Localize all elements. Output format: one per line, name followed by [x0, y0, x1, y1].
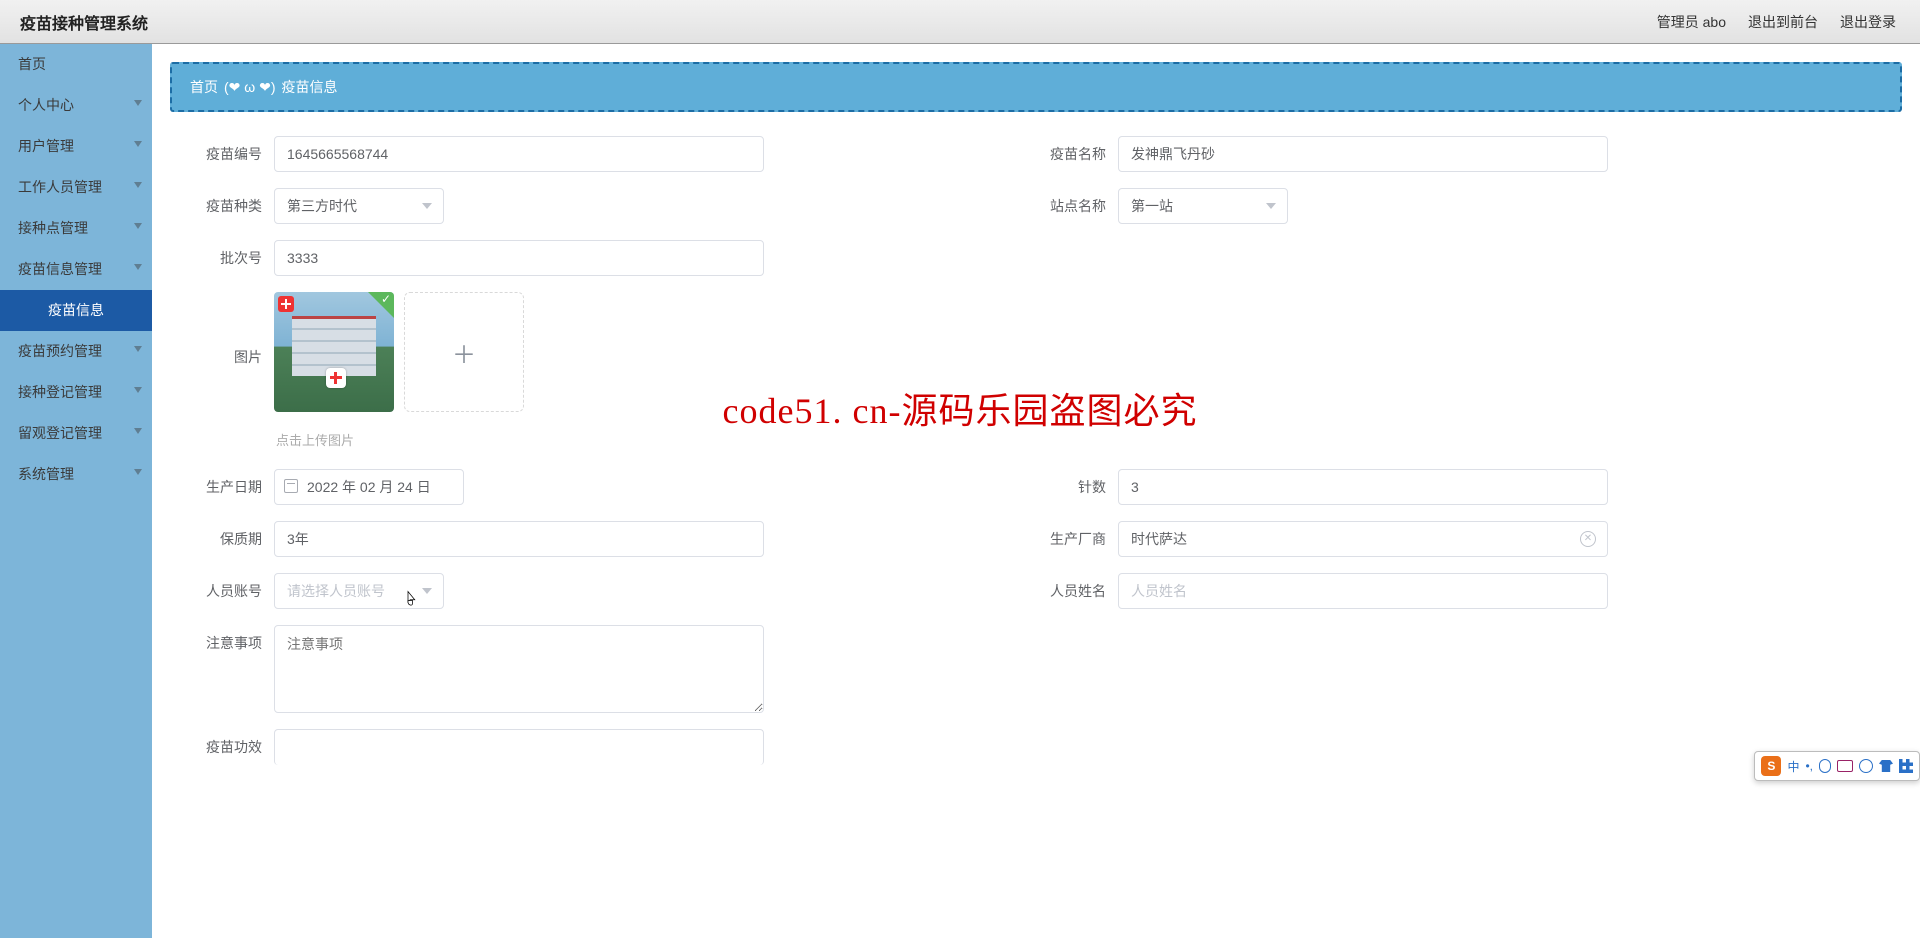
breadcrumb-face: (❤ ω ❤): [224, 79, 276, 96]
admin-label[interactable]: 管理员 abo: [1657, 12, 1726, 32]
label-vaccine-id: 疫苗编号: [192, 144, 262, 164]
sidebar-item-label: 留观登记管理: [18, 425, 102, 441]
sidebar-item-profile[interactable]: 个人中心: [0, 85, 152, 126]
sidebar-item-appointments[interactable]: 疫苗预约管理: [0, 331, 152, 372]
sidebar: 首页 个人中心 用户管理 工作人员管理 接种点管理 疫苗信息管理 疫苗信息 疫苗…: [0, 44, 152, 938]
produce-date-input[interactable]: [274, 469, 464, 505]
doses-input[interactable]: [1118, 469, 1608, 505]
redcross-icon: [326, 368, 346, 388]
vaccine-name-input[interactable]: [1118, 136, 1608, 172]
sidebar-item-staff[interactable]: 工作人员管理: [0, 167, 152, 208]
plus-icon: ＋: [452, 335, 476, 370]
sidebar-item-label: 疫苗信息管理: [18, 261, 102, 277]
chevron-down-icon: [134, 387, 142, 393]
upload-image-button[interactable]: ＋: [404, 292, 524, 412]
redcross-icon: [278, 296, 294, 312]
chevron-down-icon: [134, 141, 142, 147]
sidebar-item-home[interactable]: 首页: [0, 44, 152, 85]
label-produce-date: 生产日期: [192, 477, 262, 497]
skin-icon[interactable]: [1879, 760, 1893, 772]
chevron-down-icon: [134, 469, 142, 475]
sidebar-item-label: 个人中心: [18, 97, 74, 113]
label-doses: 针数: [1036, 477, 1106, 497]
calendar-icon: [284, 479, 298, 493]
notes-textarea[interactable]: [274, 625, 764, 713]
sidebar-item-label: 用户管理: [18, 138, 74, 154]
sidebar-item-label: 接种登记管理: [18, 384, 102, 400]
logout-link[interactable]: 退出登录: [1840, 12, 1896, 32]
label-staff-account: 人员账号: [192, 581, 262, 601]
mic-icon[interactable]: [1819, 759, 1831, 773]
chevron-down-icon: [134, 428, 142, 434]
content: 首页 (❤ ω ❤) 疫苗信息 疫苗编号 疫苗名称 疫苗种类: [152, 44, 1920, 938]
chevron-down-icon: [134, 182, 142, 188]
site-name-select[interactable]: [1118, 188, 1288, 224]
keyboard-icon[interactable]: [1837, 760, 1853, 772]
sidebar-item-label: 接种点管理: [18, 220, 88, 236]
label-staff-name: 人员姓名: [1036, 581, 1106, 601]
sogou-logo-icon: S: [1761, 756, 1781, 776]
label-efficacy: 疫苗功效: [192, 737, 262, 757]
chevron-down-icon: [134, 100, 142, 106]
sidebar-item-vaccination-records[interactable]: 接种登记管理: [0, 372, 152, 413]
chevron-down-icon: [134, 223, 142, 229]
sidebar-item-users[interactable]: 用户管理: [0, 126, 152, 167]
manufacturer-input[interactable]: [1118, 521, 1608, 557]
sidebar-item-label: 工作人员管理: [18, 179, 102, 195]
breadcrumb-current: 疫苗信息: [282, 77, 338, 97]
staff-account-select[interactable]: [274, 573, 444, 609]
chevron-down-icon: [134, 346, 142, 352]
sidebar-item-vaccine-info[interactable]: 疫苗信息管理: [0, 249, 152, 290]
label-vaccine-type: 疫苗种类: [192, 196, 262, 216]
sidebar-item-sites[interactable]: 接种点管理: [0, 208, 152, 249]
app-title: 疫苗接种管理系统: [0, 10, 148, 34]
label-vaccine-name: 疫苗名称: [1036, 144, 1106, 164]
face-icon[interactable]: [1859, 759, 1873, 773]
chevron-down-icon: [134, 264, 142, 270]
sidebar-item-label: 系统管理: [18, 466, 74, 482]
uploaded-image-thumbnail[interactable]: [274, 292, 394, 412]
ime-lang-indicator[interactable]: 中: [1787, 758, 1799, 775]
label-image: 图片: [192, 347, 262, 367]
vaccine-form: 疫苗编号 疫苗名称 疫苗种类 站点名称: [192, 136, 1880, 765]
to-front-link[interactable]: 退出到前台: [1748, 12, 1818, 32]
label-batch: 批次号: [192, 248, 262, 268]
ime-punct-indicator[interactable]: •,: [1805, 759, 1813, 773]
batch-input[interactable]: [274, 240, 764, 276]
vaccine-id-input[interactable]: [274, 136, 764, 172]
staff-name-input[interactable]: [1118, 573, 1608, 609]
sidebar-item-label: 疫苗预约管理: [18, 343, 102, 359]
topbar: 疫苗接种管理系统 管理员 abo 退出到前台 退出登录: [0, 0, 1920, 44]
upload-tip: 点击上传图片: [276, 430, 524, 449]
sidebar-subitem-vaccine-info[interactable]: 疫苗信息: [0, 290, 152, 331]
sidebar-item-label: 首页: [18, 56, 46, 72]
label-manufacturer: 生产厂商: [1036, 529, 1106, 549]
breadcrumb: 首页 (❤ ω ❤) 疫苗信息: [170, 62, 1902, 112]
efficacy-editor[interactable]: [274, 729, 764, 765]
label-notes: 注意事项: [192, 633, 262, 653]
ime-toolbar[interactable]: S 中 •,: [1754, 751, 1920, 781]
check-icon: [368, 292, 394, 318]
breadcrumb-home[interactable]: 首页: [190, 77, 218, 97]
label-site-name: 站点名称: [1036, 196, 1106, 216]
shelf-life-input[interactable]: [274, 521, 764, 557]
vaccine-type-select[interactable]: [274, 188, 444, 224]
sidebar-item-system[interactable]: 系统管理: [0, 454, 152, 495]
toolbox-icon[interactable]: [1899, 759, 1913, 773]
label-shelf-life: 保质期: [192, 529, 262, 549]
sidebar-item-observation[interactable]: 留观登记管理: [0, 413, 152, 454]
